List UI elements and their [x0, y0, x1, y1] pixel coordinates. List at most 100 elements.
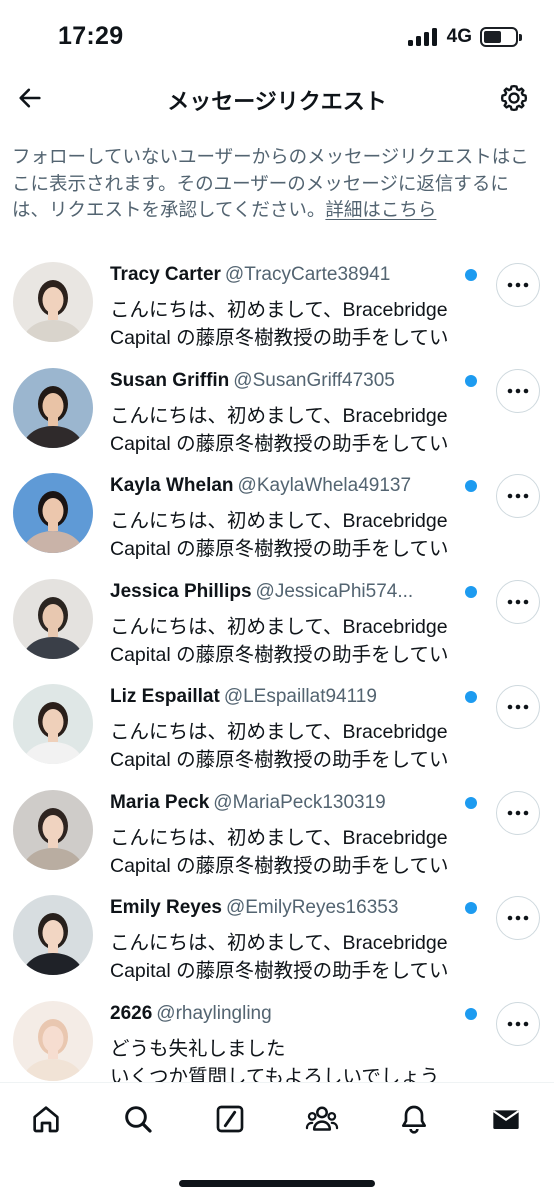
row-header: Emily Reyes @EmilyReyes16353	[110, 897, 456, 919]
learn-more-link[interactable]: 詳細はこちら	[325, 199, 436, 220]
more-options-button[interactable]	[496, 263, 540, 307]
avatar-photo	[13, 367, 93, 448]
nav-search[interactable]	[118, 1099, 158, 1139]
row-header: Liz Espaillat @LEspaillat94119	[110, 686, 456, 708]
more-dots-icon	[507, 388, 529, 393]
more-dots-icon	[507, 1021, 529, 1026]
row-header: Jessica Phillips @JessicaPhi574...	[110, 581, 456, 603]
request-row[interactable]: 2626 @rhaylingling どうも失礼しました いくつか質問してもよろしいで…	[0, 987, 554, 1093]
request-row[interactable]: Susan Griffin @SusanGriff47305 こんにちは、初めまして…	[0, 354, 554, 460]
avatar[interactable]	[13, 1000, 93, 1081]
more-dots-icon	[507, 282, 529, 288]
avatar-photo	[13, 789, 93, 870]
message-preview-line-2: Capital の藤原冬樹教授の助手をしてい	[110, 960, 449, 982]
status-indicators: 4G	[407, 26, 522, 48]
unread-dot	[465, 585, 477, 598]
more-dots-icon	[507, 704, 529, 710]
unread-dot	[465, 902, 477, 914]
search-icon	[125, 1106, 152, 1133]
status-time: 17:29	[58, 22, 124, 50]
page-title: メッセージリクエスト	[167, 89, 387, 114]
status-bar: 17:29 4G	[0, 0, 554, 74]
unread-dot	[465, 1007, 477, 1020]
message-preview-line-1: こんにちは、初めまして、Bracebridge	[110, 826, 448, 849]
sender-name: Jessica Phillips	[110, 580, 252, 602]
message-preview-line-1: こんにちは、初めまして、Bracebridge	[110, 510, 448, 532]
sender-handle: @LEspaillat94119	[223, 686, 377, 707]
request-row[interactable]: Emily Reyes @EmilyReyes16353 こんにちは、初めまして、B…	[0, 881, 554, 987]
more-options-button[interactable]	[496, 1001, 540, 1046]
battery-icon	[480, 27, 522, 47]
avatar-photo	[13, 1000, 93, 1081]
sender-handle: @EmilyReyes16353	[225, 897, 399, 918]
message-preview-line-1: こんにちは、初めまして、Bracebridge	[110, 932, 448, 954]
sender-name: Maria Peck	[110, 791, 210, 813]
message-preview-line-2: Capital の藤原冬樹教授の助手をしてい	[110, 432, 449, 455]
request-row[interactable]: Kayla Whelan @KaylaWhela49137 こんにちは、初めまして、…	[0, 459, 554, 565]
info-text: フォローしていないユーザーからのメッセージリクエストはここに表示されます。そのユ…	[12, 144, 542, 224]
request-row[interactable]: Maria Peck @MariaPeck130319 こんにちは、初めまして、Br…	[0, 776, 554, 882]
nav-grok[interactable]	[210, 1099, 250, 1139]
header: メッセージリクエスト	[0, 74, 554, 124]
message-preview-line-1: こんにちは、初めまして、Bracebridge	[110, 404, 448, 427]
avatar[interactable]	[13, 578, 93, 659]
bell-icon	[402, 1105, 426, 1134]
message-preview-line-1: こんにちは、初めまして、Bracebridge	[110, 615, 448, 638]
unread-dot	[465, 796, 477, 809]
nav-home[interactable]	[26, 1099, 66, 1139]
more-dots-icon	[507, 493, 529, 499]
avatar[interactable]	[13, 895, 93, 975]
sender-name: Kayla Whelan	[110, 475, 234, 496]
message-preview-line-1: こんにちは、初めまして、Bracebridge	[110, 721, 448, 743]
unread-dot	[465, 269, 477, 281]
more-dots-icon	[507, 599, 529, 604]
row-header: 2626 @rhaylingling	[110, 1003, 456, 1025]
avatar[interactable]	[13, 262, 93, 342]
mail-icon	[492, 1110, 520, 1129]
sender-name: Susan Griffin	[110, 369, 230, 391]
row-header: Kayla Whelan @KaylaWhela49137	[110, 475, 456, 497]
request-row[interactable]: Jessica Phillips @JessicaPhi574... こんにちは、初…	[0, 565, 554, 671]
unread-dot	[465, 480, 477, 492]
signal-icon	[407, 28, 437, 46]
sender-name: Liz Espaillat	[110, 686, 220, 707]
sender-handle: @JessicaPhi574...	[255, 580, 414, 602]
communities-icon	[305, 1106, 339, 1131]
sender-handle: @rhaylingling	[156, 1002, 272, 1024]
message-preview-line-2: Capital の藤原冬樹教授の助手をしてい	[110, 327, 449, 349]
message-preview-line-2: Capital の藤原冬樹教授の助手をしてい	[110, 643, 449, 666]
message-preview-line-2: Capital の藤原冬樹教授の助手をしてい	[110, 854, 449, 877]
row-header: Tracy Carter @TracyCarte38941	[110, 264, 456, 286]
avatar[interactable]	[13, 367, 93, 448]
message-preview-line-2: Capital の藤原冬樹教授の助手をしてい	[110, 749, 449, 771]
more-options-button[interactable]	[496, 790, 540, 835]
more-dots-icon	[507, 810, 529, 815]
request-row[interactable]: Liz Espaillat @LEspaillat94119 こんにちは、初めまして…	[0, 670, 554, 776]
nav-messages[interactable]	[486, 1099, 526, 1139]
more-options-button[interactable]	[496, 896, 540, 940]
home-indicator[interactable]	[179, 1180, 375, 1187]
nav-notifications[interactable]	[394, 1099, 434, 1139]
avatar[interactable]	[13, 473, 93, 553]
nav-communities[interactable]	[302, 1099, 342, 1139]
avatar[interactable]	[13, 789, 93, 870]
grok-icon	[216, 1105, 244, 1133]
unread-dot	[465, 374, 477, 387]
message-preview-line-1: こんにちは、初めまして、Bracebridge	[110, 299, 448, 321]
request-row[interactable]: Tracy Carter @TracyCarte38941 こんにちは、初めまして、…	[0, 248, 554, 354]
avatar-photo	[13, 473, 93, 553]
avatar-photo	[13, 578, 93, 659]
sender-name: Emily Reyes	[110, 897, 222, 918]
settings-button[interactable]	[496, 80, 532, 116]
sender-handle: @MariaPeck130319	[213, 791, 386, 813]
home-icon	[33, 1106, 59, 1133]
unread-dot	[465, 691, 477, 703]
message-preview-line-1: どうも失礼しました	[110, 1037, 286, 1060]
more-options-button[interactable]	[496, 474, 540, 518]
sender-handle: @SusanGriff47305	[233, 369, 395, 391]
info-body: フォローしていないユーザーからのメッセージリクエストはここに表示されます。そのユ…	[12, 146, 529, 220]
more-options-button[interactable]	[496, 368, 540, 413]
avatar[interactable]	[13, 684, 93, 764]
more-options-button[interactable]	[496, 685, 540, 729]
more-options-button[interactable]	[496, 579, 540, 624]
